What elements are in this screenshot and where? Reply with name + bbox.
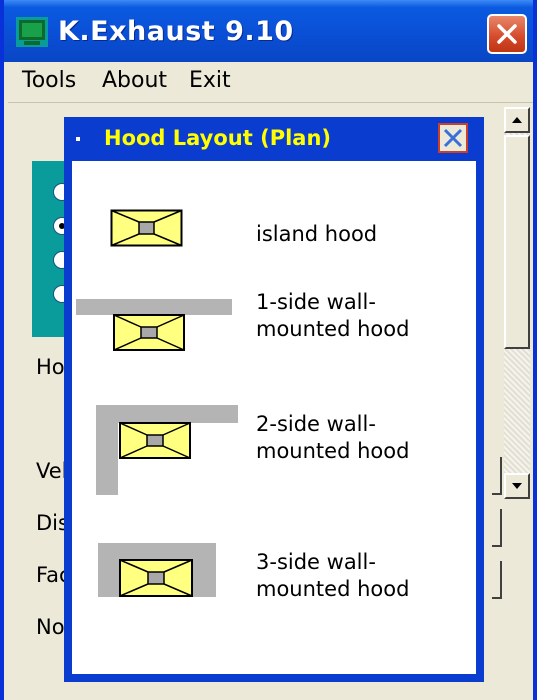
app-icon (16, 17, 48, 47)
island-hood-icon[interactable] (110, 209, 190, 253)
label-line: 2-side wall- (256, 412, 376, 436)
three-side-wall-hood-icon[interactable] (98, 543, 222, 601)
menu-exit[interactable]: Exit (189, 68, 231, 93)
field-label-velocity: Vel (36, 459, 68, 483)
menu-about[interactable]: About (102, 68, 167, 93)
dialog-title: Hood Layout (Plan) (104, 126, 332, 150)
label-line: mounted hood (256, 577, 410, 601)
window-title: K.Exhaust 9.10 (58, 16, 294, 47)
title-bar[interactable]: K.Exhaust 9.10 (4, 0, 533, 62)
dialog-content: island hood 1-side wall- mounted hood 2-… (72, 161, 476, 674)
label-line: mounted hood (256, 439, 410, 463)
option-label-three-side-wall-hood[interactable]: 3-side wall- mounted hood (256, 549, 409, 603)
close-button[interactable] (487, 14, 527, 54)
menu-bar: Tools About Exit (8, 62, 533, 103)
scroll-thumb[interactable] (504, 135, 530, 349)
scroll-down-button[interactable] (504, 473, 530, 499)
close-icon (497, 24, 517, 44)
option-label-one-side-wall-hood[interactable]: 1-side wall- mounted hood (256, 289, 409, 343)
input-field-velocity[interactable] (492, 457, 502, 495)
two-side-wall-hood-icon[interactable] (96, 405, 246, 500)
label-line: 3-side wall- (256, 550, 376, 574)
label-line: mounted hood (256, 317, 410, 341)
dialog-menu-icon[interactable] (76, 137, 80, 141)
close-icon (443, 128, 463, 148)
field-label-number: No (36, 615, 65, 639)
field-label-hood: Ho (36, 355, 65, 379)
arrow-up-icon (512, 117, 522, 123)
one-side-wall-hood-icon[interactable] (76, 299, 236, 359)
option-label-two-side-wall-hood[interactable]: 2-side wall- mounted hood (256, 411, 409, 465)
input-field-factor[interactable] (492, 561, 502, 599)
menu-tools[interactable]: Tools (22, 68, 76, 93)
label-line: 1-side wall- (256, 290, 376, 314)
label-line: island hood (256, 222, 378, 246)
arrow-down-icon (512, 483, 522, 489)
scroll-up-button[interactable] (504, 107, 530, 133)
hood-layout-dialog: Hood Layout (Plan) island hood 1-side wa… (64, 117, 484, 682)
input-field-distance[interactable] (492, 509, 502, 547)
dialog-close-button[interactable] (438, 123, 468, 153)
vertical-scrollbar[interactable] (504, 107, 530, 499)
option-label-island-hood[interactable]: island hood (256, 221, 377, 248)
